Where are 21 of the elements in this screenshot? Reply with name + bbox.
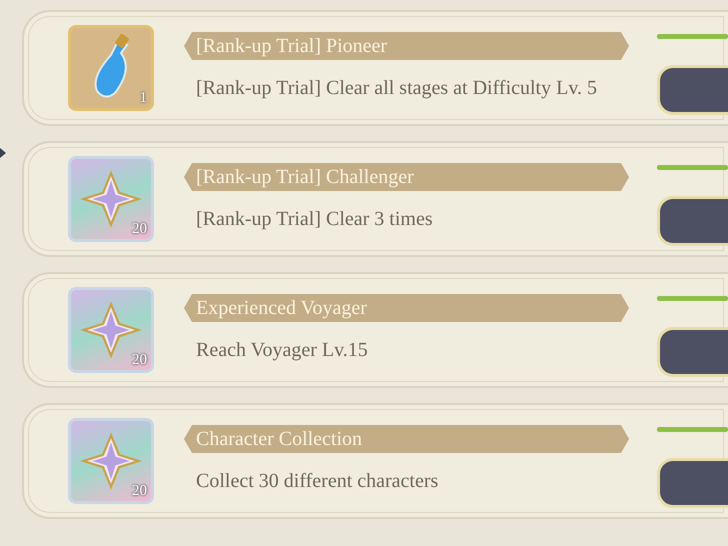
reward-item[interactable]: 20 bbox=[68, 156, 154, 242]
quest-title-banner: [Rank-up Trial] Challenger bbox=[184, 163, 629, 191]
reward-item[interactable]: 1 bbox=[68, 25, 154, 111]
reward-count: 20 bbox=[132, 483, 147, 500]
reward-count: 20 bbox=[132, 352, 147, 369]
claim-button[interactable] bbox=[657, 196, 728, 246]
claim-button[interactable] bbox=[657, 327, 728, 377]
pointer-icon bbox=[0, 148, 6, 158]
reward-item[interactable]: 20 bbox=[68, 287, 154, 373]
claim-button[interactable] bbox=[657, 458, 728, 508]
quest-description: Collect 30 different characters bbox=[195, 469, 440, 494]
reward-item[interactable]: 20 bbox=[68, 418, 154, 504]
quest-title-banner: Character Collection bbox=[184, 425, 629, 453]
quest-description: Reach Voyager Lv.15 bbox=[195, 338, 369, 363]
reward-count: 20 bbox=[132, 221, 147, 238]
quest-description: [Rank-up Trial] Clear all stages at Difficulty Lv. 5 bbox=[195, 76, 598, 101]
quest-description: [Rank-up Trial] Clear 3 times bbox=[195, 207, 434, 232]
quest-title-banner: [Rank-up Trial] Pioneer bbox=[184, 32, 629, 60]
claim-button[interactable] bbox=[657, 65, 728, 115]
quest-title-banner: Experienced Voyager bbox=[184, 294, 629, 322]
reward-count: 1 bbox=[140, 90, 147, 107]
